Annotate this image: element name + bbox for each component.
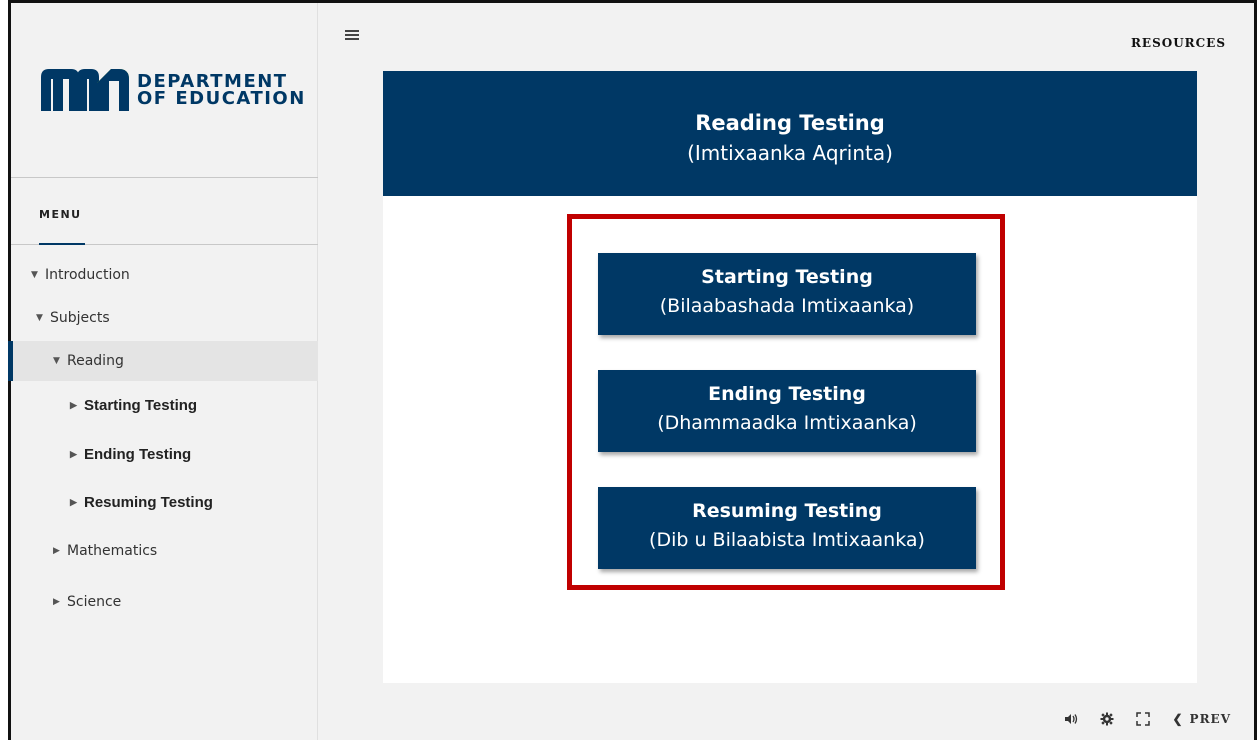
resources-link[interactable]: RESOURCES xyxy=(1131,36,1226,50)
mn-department-of-education-logo: DEPARTMENT OF EDUCATION xyxy=(41,69,306,111)
sidebar-item-label: Subjects xyxy=(50,310,110,326)
button-subtitle: (Dhammaadka Imtixaanka) xyxy=(657,412,917,434)
prev-button[interactable]: ❮ PREV xyxy=(1172,712,1231,726)
sidebar-item-label: Science xyxy=(67,594,122,610)
caret-right-icon: ▶ xyxy=(70,399,77,410)
sidebar-item-label: Starting Testing xyxy=(84,396,198,414)
sidebar-item-resuming-testing[interactable]: ▶ Resuming Testing xyxy=(11,482,318,522)
caret-down-icon: ▼ xyxy=(31,270,38,280)
sidebar-item-ending-testing[interactable]: ▶ Ending Testing xyxy=(11,434,318,474)
sidebar-item-label: Introduction xyxy=(45,267,130,283)
page-subtitle: (Imtixaanka Aqrinta) xyxy=(687,141,893,165)
caret-right-icon: ▶ xyxy=(53,597,60,607)
caret-down-icon: ▼ xyxy=(36,313,43,323)
audio-icon[interactable] xyxy=(1064,712,1078,726)
button-title: Ending Testing xyxy=(708,383,866,405)
sidebar: DEPARTMENT OF EDUCATION MENU ▼ Introduct… xyxy=(8,3,321,740)
mn-logo-mark-icon xyxy=(41,69,129,111)
sidebar-item-label: Ending Testing xyxy=(84,445,192,463)
sidebar-item-starting-testing[interactable]: ▶ Starting Testing xyxy=(11,385,318,425)
caret-right-icon: ▶ xyxy=(70,496,77,507)
page-title: Reading Testing xyxy=(695,111,885,135)
divider xyxy=(11,177,321,178)
caret-right-icon: ▶ xyxy=(53,546,60,556)
button-title: Resuming Testing xyxy=(692,500,882,522)
sidebar-item-label: Mathematics xyxy=(67,543,158,559)
menu-heading: MENU xyxy=(39,208,82,221)
slide-header: Reading Testing (Imtixaanka Aqrinta) xyxy=(383,71,1197,196)
caret-down-icon: ▼ xyxy=(53,356,60,366)
ending-testing-button[interactable]: Ending Testing (Dhammaadka Imtixaanka) xyxy=(598,370,976,452)
player-controls: ❮ PREV xyxy=(1064,712,1231,726)
slide-content: Reading Testing (Imtixaanka Aqrinta) Sta… xyxy=(383,71,1197,683)
prev-label: PREV xyxy=(1189,712,1231,726)
sidebar-item-introduction[interactable]: ▼ Introduction xyxy=(11,255,318,295)
hamburger-icon[interactable] xyxy=(345,30,359,41)
main-area: RESOURCES Reading Testing (Imtixaanka Aq… xyxy=(318,3,1254,740)
sidebar-item-reading[interactable]: ▼ Reading xyxy=(8,341,318,381)
sidebar-item-subjects[interactable]: ▼ Subjects xyxy=(11,298,318,338)
chevron-left-icon: ❮ xyxy=(1172,712,1184,726)
caret-right-icon: ▶ xyxy=(70,448,77,459)
fullscreen-icon[interactable] xyxy=(1136,712,1151,726)
sidebar-item-science[interactable]: ▶ Science xyxy=(11,582,318,622)
button-subtitle: (Bilaabashada Imtixaanka) xyxy=(659,295,915,317)
starting-testing-button[interactable]: Starting Testing (Bilaabashada Imtixaank… xyxy=(598,253,976,335)
logo-text: DEPARTMENT OF EDUCATION xyxy=(137,73,306,109)
logo-line-2: OF EDUCATION xyxy=(137,88,306,109)
sidebar-item-mathematics[interactable]: ▶ Mathematics xyxy=(11,531,318,571)
resuming-testing-button[interactable]: Resuming Testing (Dib u Bilaabista Imtix… xyxy=(598,487,976,569)
button-title: Starting Testing xyxy=(701,266,873,288)
menu-tab-indicator xyxy=(39,243,85,245)
gear-icon[interactable] xyxy=(1100,712,1114,726)
sidebar-item-label: Resuming Testing xyxy=(84,493,213,511)
button-subtitle: (Dib u Bilaabista Imtixaanka) xyxy=(649,529,925,551)
sidebar-item-label: Reading xyxy=(67,353,124,369)
